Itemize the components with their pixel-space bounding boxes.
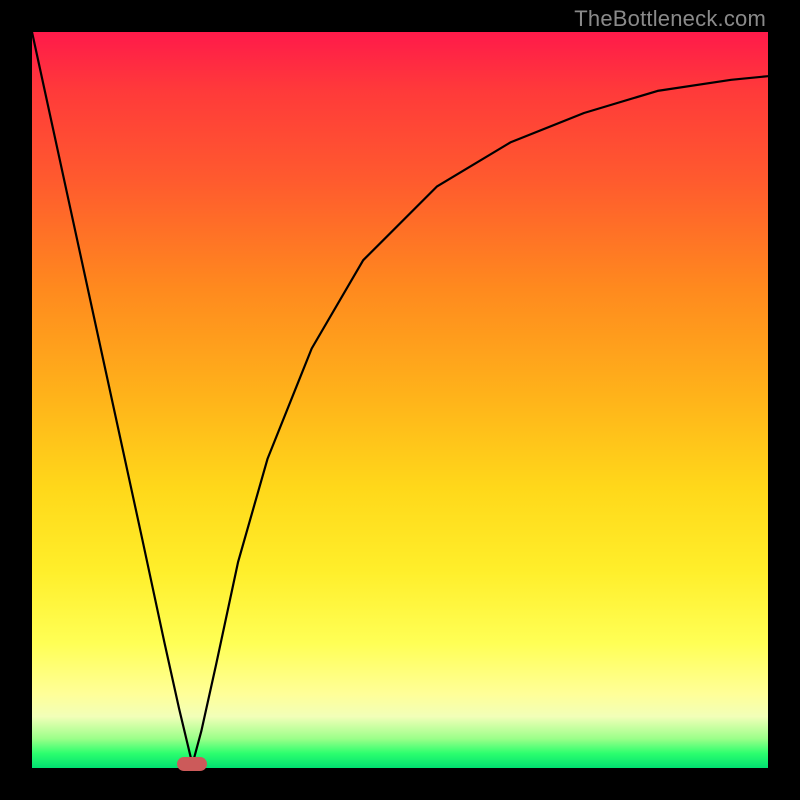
bottleneck-curve: [32, 32, 768, 768]
watermark-text: TheBottleneck.com: [574, 6, 766, 32]
optimal-marker: [177, 757, 207, 771]
chart-frame: TheBottleneck.com: [0, 0, 800, 800]
plot-area: [32, 32, 768, 768]
curve-path: [32, 32, 768, 764]
